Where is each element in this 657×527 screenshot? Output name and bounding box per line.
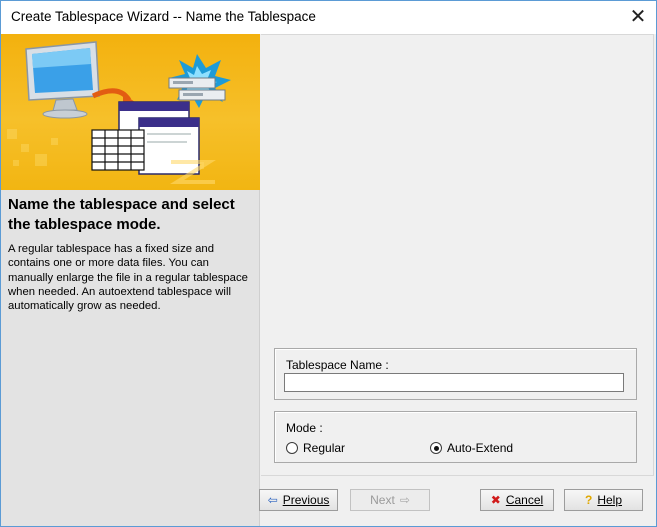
mode-group: Mode : Regular Auto-Extend [274, 411, 637, 463]
help-button[interactable]: ? Help [564, 489, 643, 511]
mode-radio-regular[interactable]: Regular [286, 441, 345, 455]
step-heading: Name the tablespace and select the table… [8, 196, 235, 233]
cancel-button-label: Cancel [505, 493, 544, 507]
close-icon[interactable]: ✕ [620, 1, 656, 34]
wizard-sidebar: Name the tablespace and select the table… [1, 34, 260, 526]
database-wizard-illustration [7, 41, 231, 184]
help-button-label: Help [597, 493, 623, 507]
red-x-icon: ✖ [490, 493, 501, 507]
question-mark-icon: ? [584, 493, 593, 507]
radio-selected-icon[interactable] [430, 442, 442, 454]
radio-unselected-icon[interactable] [286, 442, 298, 454]
wizard-window: Create Tablespace Wizard -- Name the Tab… [0, 0, 657, 527]
previous-button-label: Previous [282, 493, 330, 507]
window-title: Create Tablespace Wizard -- Name the Tab… [11, 9, 316, 24]
tablespace-name-group: Tablespace Name : [274, 348, 637, 400]
step-description: A regular tablespace has a fixed size an… [8, 243, 248, 313]
mode-radio-auto-extend[interactable]: Auto-Extend [430, 441, 513, 455]
wizard-content-panel [261, 34, 654, 476]
tablespace-name-label: Tablespace Name : [286, 358, 389, 372]
arrow-right-icon: ⇨ [399, 493, 410, 507]
mode-label: Mode : [286, 421, 323, 435]
wizard-banner [1, 34, 260, 190]
cancel-button[interactable]: ✖ Cancel [480, 489, 554, 511]
tablespace-name-input[interactable] [284, 373, 624, 392]
arrow-left-icon: ⇦ [267, 493, 278, 507]
previous-button[interactable]: ⇦ Previous [259, 489, 338, 511]
next-button[interactable]: Next ⇨ [350, 489, 430, 511]
mode-auto-extend-label: Auto-Extend [447, 441, 514, 455]
title-bar: Create Tablespace Wizard -- Name the Tab… [1, 1, 656, 34]
mode-regular-label: Regular [303, 441, 346, 455]
next-button-label: Next [370, 493, 395, 507]
